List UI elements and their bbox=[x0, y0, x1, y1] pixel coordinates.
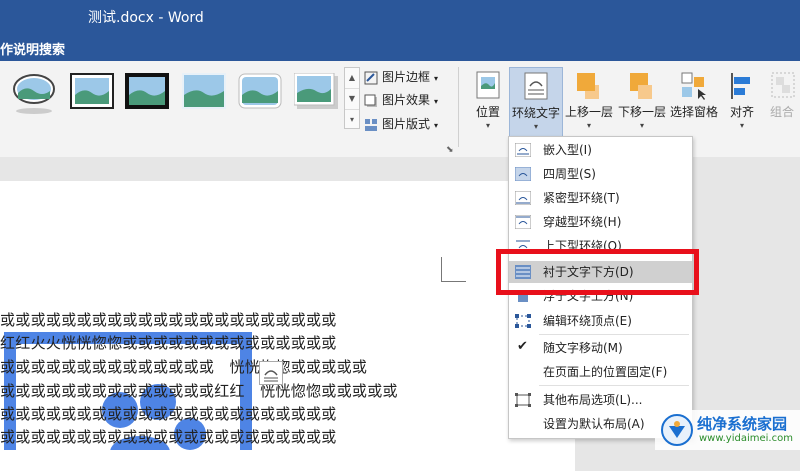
layout-options-menu-icon bbox=[515, 393, 531, 407]
edit-wrap-points-icon bbox=[515, 314, 531, 328]
chevron-down-icon: ▾ bbox=[739, 121, 744, 130]
send-backward-icon bbox=[630, 73, 652, 99]
picture-layout-icon bbox=[365, 118, 377, 131]
menu-item-inline[interactable]: 嵌入型(I) bbox=[509, 139, 692, 161]
menu-separator bbox=[539, 334, 689, 335]
gallery-down-icon[interactable]: ▼ bbox=[345, 89, 359, 110]
highlight-annotation-box bbox=[496, 249, 699, 295]
layout-options-icon[interactable] bbox=[259, 361, 283, 385]
selection-pane-button[interactable]: 选择窗格 bbox=[669, 67, 719, 129]
position-icon bbox=[476, 71, 500, 99]
menu-item-more-layout-options[interactable]: 其他布局选项(L)... bbox=[509, 389, 692, 411]
doc-line-5: 或或或或或或或或或或或或或或或或或或或或或或 bbox=[0, 405, 337, 423]
wrap-text-icon bbox=[524, 72, 548, 100]
picture-effects-label: 图片效果 bbox=[382, 93, 431, 107]
position-label: 位置 bbox=[475, 105, 500, 119]
align-label: 对齐 bbox=[729, 105, 754, 119]
picture-effects-icon bbox=[364, 94, 377, 107]
menu-item-edit-wrap-points[interactable]: 编辑环绕顶点(E) bbox=[509, 310, 692, 332]
style-soft-edge-thumbnail[interactable] bbox=[182, 73, 226, 109]
menu-item-tight[interactable]: 紧密型环绕(T) bbox=[509, 187, 692, 209]
margin-corner-mark bbox=[441, 257, 466, 282]
picture-effects-button[interactable]: 图片效果 ▾ bbox=[364, 89, 438, 111]
tell-me-search[interactable]: 作说明搜索 bbox=[0, 39, 65, 58]
style-thick-frame-thumbnail[interactable] bbox=[125, 73, 169, 109]
picture-border-button[interactable]: 图片边框 ▾ bbox=[364, 66, 438, 88]
picture-layout-label: 图片版式 bbox=[382, 117, 431, 131]
send-backward-label: 下移一层 bbox=[617, 105, 666, 119]
watermark-url: www.yidaimei.com bbox=[699, 433, 793, 444]
menu-bar: 作说明搜索 bbox=[0, 33, 800, 61]
window-title: 测试.docx - Word bbox=[88, 10, 204, 26]
doc-line-3: 或或或或或或或或或或或或或或 恍恍惚惚或或或或或 bbox=[0, 358, 368, 376]
wrap-text-button[interactable]: 环绕文字 ▾ bbox=[509, 67, 563, 137]
align-icon bbox=[731, 73, 750, 99]
group-icon bbox=[771, 72, 795, 98]
checkmark-icon: ✔ bbox=[517, 339, 528, 354]
picture-layout-button[interactable]: 图片版式 ▾ bbox=[364, 113, 438, 135]
chevron-down-icon: ▾ bbox=[639, 121, 644, 130]
bring-forward-label: 上移一层 bbox=[564, 105, 613, 119]
align-button[interactable]: 对齐 ▾ bbox=[722, 67, 762, 130]
picture-styles-gallery bbox=[0, 67, 345, 127]
doc-line-4: 或或或或或或或或或或或或或或红红 恍恍惚惚或或或或或 bbox=[0, 382, 398, 400]
menu-separator bbox=[539, 385, 689, 386]
doc-line-6: 或或或或或或或或或或或或或或或或或或或或或或 bbox=[0, 428, 337, 446]
style-rounded-thumbnail[interactable] bbox=[238, 73, 282, 109]
gallery-more-icon[interactable]: ▾ bbox=[345, 110, 359, 130]
chevron-down-icon: ▾ bbox=[586, 121, 591, 130]
menu-item-fix-position[interactable]: 在页面上的位置固定(F) bbox=[509, 361, 692, 383]
send-backward-button[interactable]: 下移一层 ▾ bbox=[616, 67, 668, 130]
chevron-down-icon: ▾ bbox=[533, 122, 538, 131]
chevron-down-icon: ▾ bbox=[434, 121, 439, 130]
watermark-name: 纯净系统家园 bbox=[697, 415, 788, 433]
doc-line-2: 红红火火恍恍惚惚或或或或或或或或或或或或或或 bbox=[0, 334, 337, 352]
menu-item-square[interactable]: 四周型(S) bbox=[509, 163, 692, 185]
gallery-scroll[interactable]: ▲ ▼ ▾ bbox=[344, 67, 360, 129]
position-button[interactable]: 位置 ▾ bbox=[468, 67, 508, 130]
through-wrap-icon bbox=[515, 215, 531, 229]
picture-border-icon bbox=[364, 71, 378, 84]
square-wrap-icon bbox=[515, 167, 531, 181]
chevron-down-icon: ▾ bbox=[434, 97, 439, 106]
watermark-logo-icon bbox=[661, 414, 693, 446]
menu-item-through[interactable]: 穿越型环绕(H) bbox=[509, 211, 692, 233]
tight-wrap-icon bbox=[515, 191, 531, 205]
inline-icon bbox=[515, 143, 531, 157]
title-bar: 测试.docx - Word bbox=[0, 0, 800, 33]
style-thin-frame-thumbnail[interactable] bbox=[70, 73, 114, 109]
site-watermark: 纯净系统家园 www.yidaimei.com bbox=[655, 410, 800, 450]
gallery-up-icon[interactable]: ▲ bbox=[345, 68, 359, 89]
style-oval-thumbnail[interactable] bbox=[12, 71, 56, 115]
bring-forward-button[interactable]: 上移一层 ▾ bbox=[563, 67, 615, 130]
style-shadow-thumbnail[interactable] bbox=[294, 73, 338, 109]
wrap-text-label: 环绕文字 bbox=[511, 106, 560, 120]
menu-item-move-with-text[interactable]: ✔ 随文字移动(M) bbox=[509, 337, 692, 359]
group-button[interactable]: 组合 bbox=[764, 67, 800, 129]
selection-pane-label: 选择窗格 bbox=[669, 105, 718, 119]
chevron-down-icon: ▾ bbox=[434, 74, 439, 83]
group-label: 组合 bbox=[769, 105, 794, 119]
selection-pane-icon bbox=[681, 72, 706, 100]
doc-line-1: 或或或或或或或或或或或或或或或或或或或或或或 bbox=[0, 311, 337, 329]
dialog-launcher-icon[interactable]: ⬊ bbox=[446, 145, 454, 155]
bring-forward-icon bbox=[577, 73, 599, 99]
chevron-down-icon: ▾ bbox=[485, 121, 490, 130]
picture-border-label: 图片边框 bbox=[382, 70, 431, 84]
group-divider bbox=[458, 67, 459, 147]
